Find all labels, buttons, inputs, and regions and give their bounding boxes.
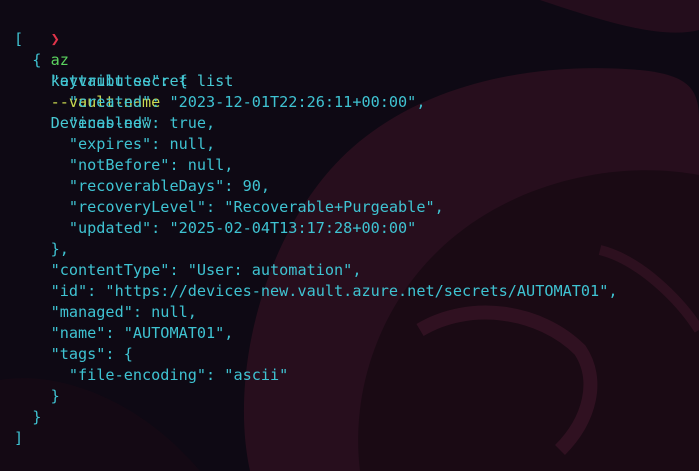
output-line: "notBefore": null, xyxy=(14,156,234,174)
output-line: "file-encoding": "ascii" xyxy=(14,366,289,384)
output-line: "attributes": { xyxy=(14,72,188,90)
command-name: az xyxy=(50,51,69,69)
output-line: "enabled": true, xyxy=(14,114,216,132)
output-line: "updated": "2025-02-04T13:17:28+00:00" xyxy=(14,219,417,237)
output-line: "recoverableDays": 90, xyxy=(14,177,271,195)
output-line: "tags": { xyxy=(14,345,133,363)
output-line: "created": "2023-12-01T22:26:11+00:00", xyxy=(14,93,426,111)
output-line: { xyxy=(14,51,42,69)
output-line: "id": "https://devices-new.vault.azure.n… xyxy=(14,282,618,300)
output-line: "expires": null, xyxy=(14,135,216,153)
output-line: } xyxy=(14,387,60,405)
output-line: "recoveryLevel": "Recoverable+Purgeable"… xyxy=(14,198,444,216)
prompt-chevron-icon: ❯ xyxy=(50,30,60,48)
output-line: } xyxy=(14,408,42,426)
output-line: "managed": null, xyxy=(14,303,197,321)
output-line: }, xyxy=(14,240,69,258)
terminal-window[interactable]: ❯ az keyvault secret list --vault-name D… xyxy=(0,0,699,471)
output-line: "name": "AUTOMAT01", xyxy=(14,324,234,342)
output-line: "contentType": "User: automation", xyxy=(14,261,362,279)
output-line: [ xyxy=(14,30,24,48)
output-line: ] xyxy=(14,429,24,447)
command-prompt-line: ❯ az keyvault secret list --vault-name D… xyxy=(14,8,234,132)
